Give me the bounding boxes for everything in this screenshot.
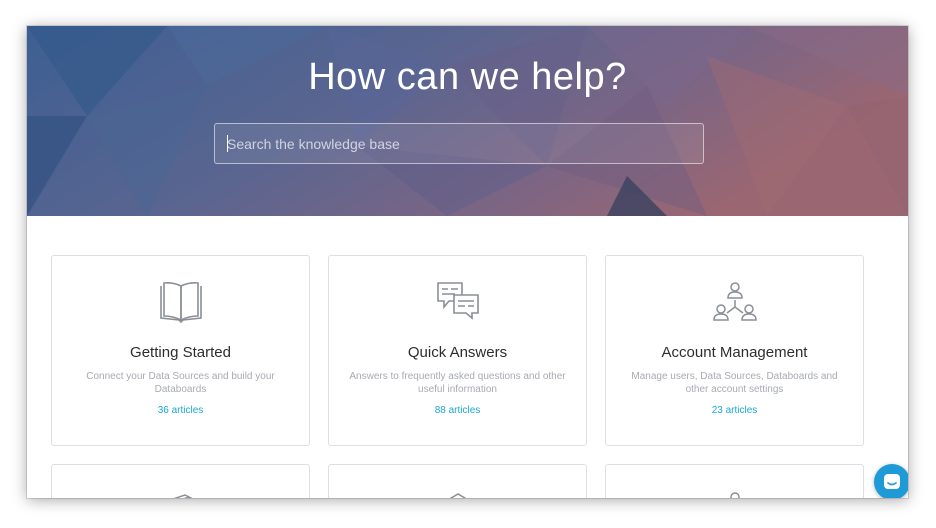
hero-banner: How can we help? <box>27 26 908 216</box>
category-card-account-management[interactable]: Account Management Manage users, Data So… <box>605 255 864 446</box>
article-count[interactable]: 23 articles <box>606 405 863 416</box>
card-title: Quick Answers <box>407 344 508 361</box>
help-center-window: How can we help? Getting Started Connect… <box>27 26 908 498</box>
card-title: Account Management <box>661 344 808 361</box>
category-card-getting-started[interactable]: Getting Started Connect your Data Source… <box>51 255 310 446</box>
user-hierarchy-icon <box>606 280 863 328</box>
category-card[interactable] <box>605 464 864 498</box>
text-caret <box>227 135 228 152</box>
search-box[interactable] <box>214 123 704 164</box>
chat-launcher-icon <box>884 474 900 489</box>
card-description: Manage users, Data Sources, Databoards a… <box>631 371 838 395</box>
card-description: Connect your Data Sources and build your… <box>86 371 275 395</box>
polygon-background <box>27 26 908 216</box>
page-title: How can we help? <box>308 56 627 98</box>
card-description: Answers to frequently asked questions an… <box>349 371 566 395</box>
chat-launcher-button[interactable] <box>874 464 908 498</box>
open-book-icon <box>52 280 309 328</box>
card-title: Getting Started <box>130 344 231 361</box>
category-card-quick-answers[interactable]: Quick Answers Answers to frequently aske… <box>328 255 587 446</box>
person-icon <box>606 489 863 498</box>
chat-bubbles-icon <box>329 280 586 328</box>
category-card[interactable] <box>328 464 587 498</box>
search-input[interactable] <box>215 124 703 163</box>
cube-icon <box>329 489 586 498</box>
cards-stack-icon <box>52 489 309 498</box>
article-count[interactable]: 36 articles <box>52 405 309 416</box>
article-count[interactable]: 88 articles <box>329 405 586 416</box>
category-card[interactable] <box>51 464 310 498</box>
